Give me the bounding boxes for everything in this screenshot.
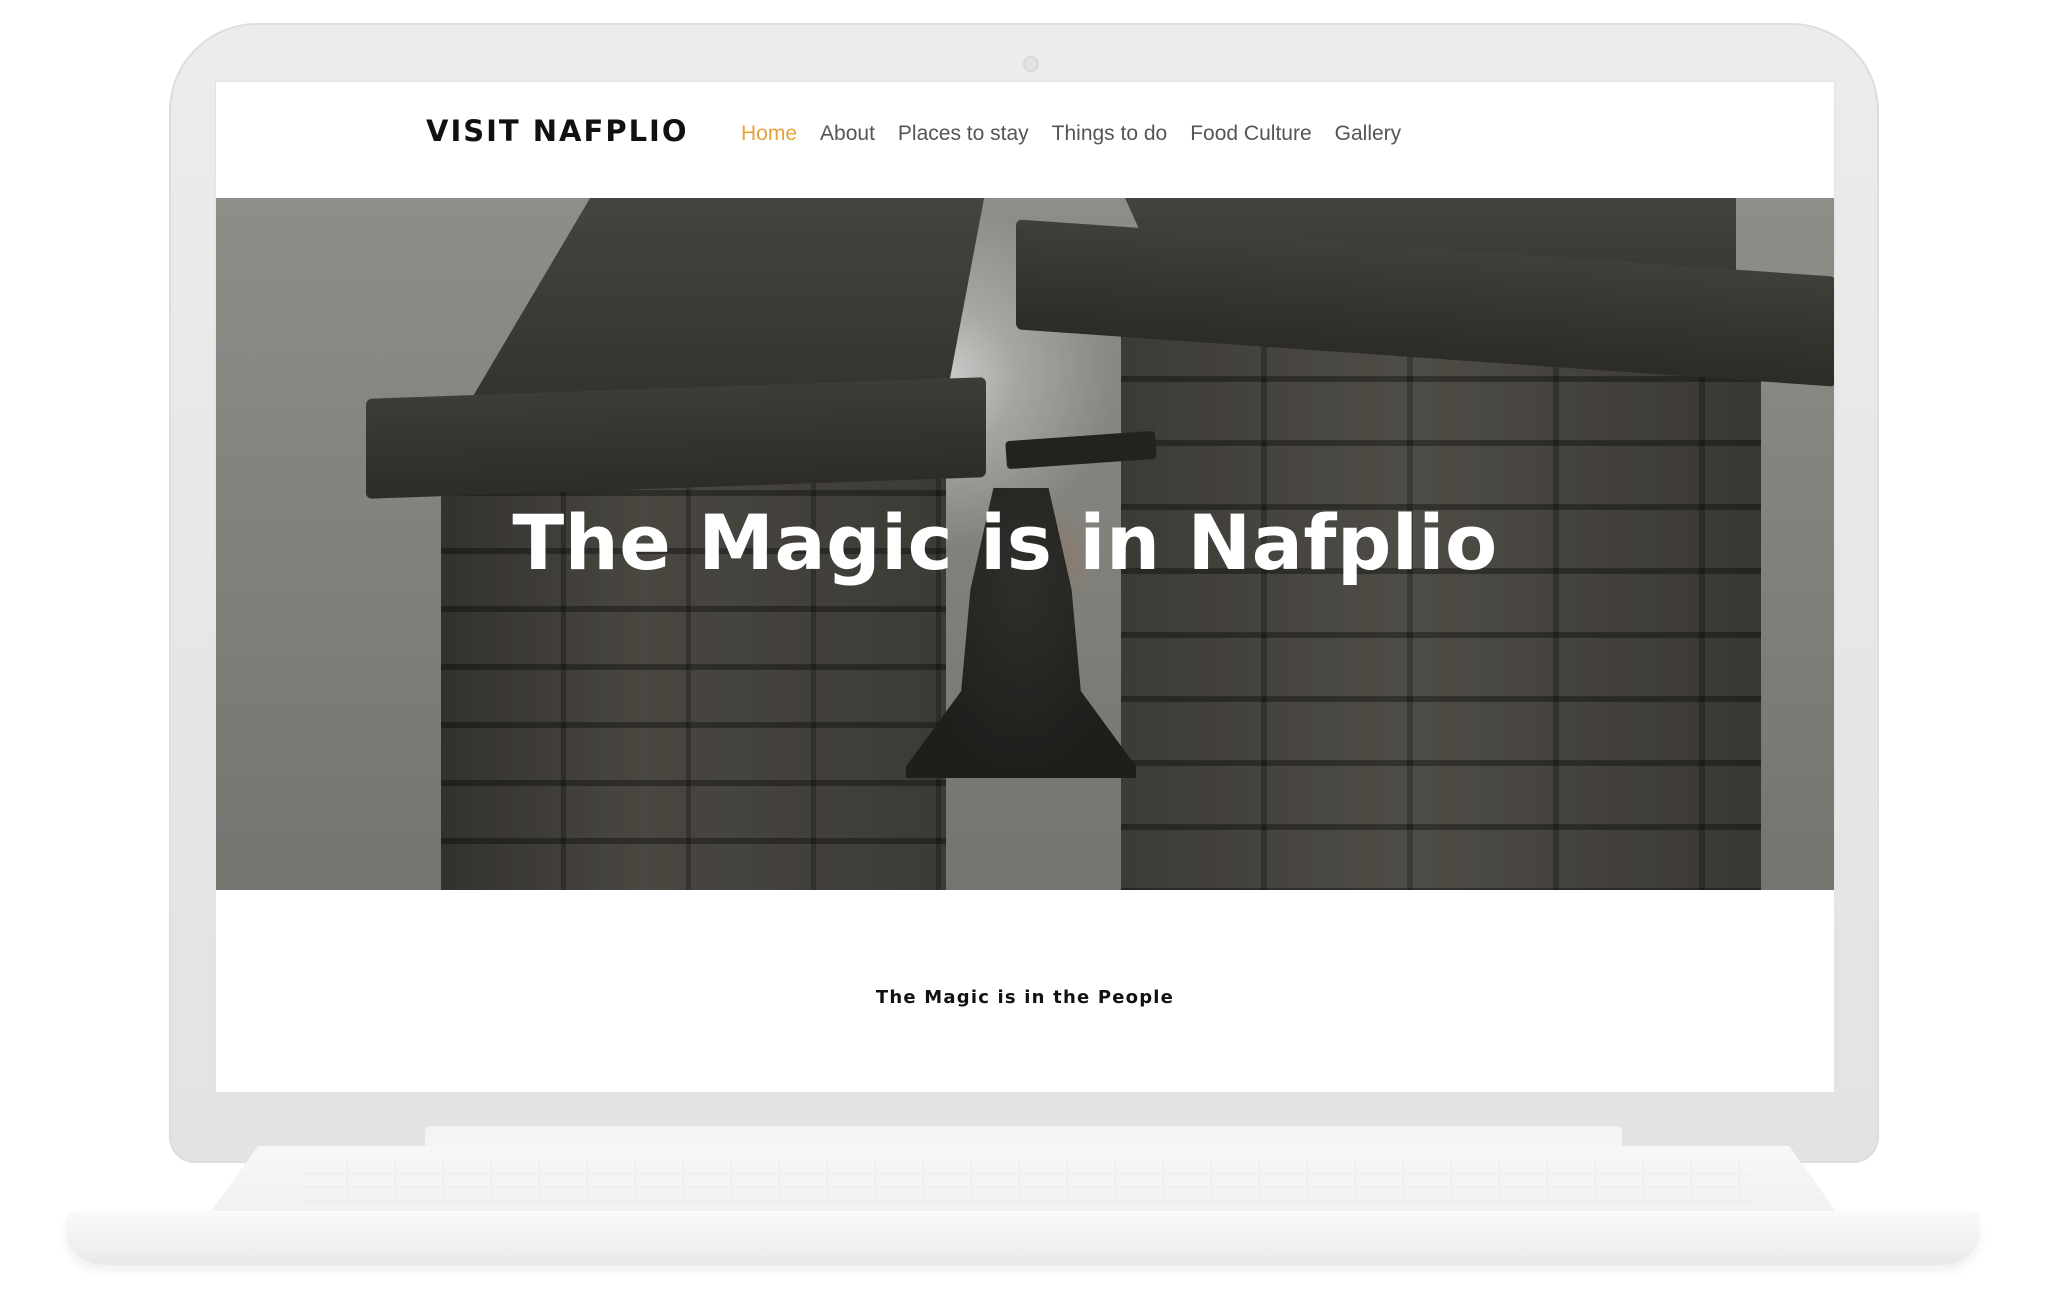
hero-title: The Magic is in Nafplio xyxy=(512,498,1498,587)
keyboard xyxy=(300,1160,1750,1204)
laptop-screen: VISIT NAFPLIO Home About Places to stay … xyxy=(215,81,1835,1093)
section-tagline: The Magic is in the People xyxy=(875,987,1175,1008)
nav-item-about[interactable]: About xyxy=(820,122,875,146)
site-logo[interactable]: VISIT NAFPLIO xyxy=(426,114,689,148)
nav-item-home[interactable]: Home xyxy=(741,122,797,146)
nav-item-things-to-do[interactable]: Things to do xyxy=(1052,122,1168,146)
main-nav: Home About Places to stay Things to do F… xyxy=(741,122,1401,146)
nav-item-food-culture[interactable]: Food Culture xyxy=(1190,122,1311,146)
laptop-front-edge xyxy=(67,1211,1979,1265)
site-header: VISIT NAFPLIO Home About Places to stay … xyxy=(216,82,1834,198)
laptop-mockup: VISIT NAFPLIO Home About Places to stay … xyxy=(0,0,2046,1291)
webcam-icon xyxy=(1023,56,1039,72)
nav-item-gallery[interactable]: Gallery xyxy=(1335,122,1402,146)
nav-item-places-to-stay[interactable]: Places to stay xyxy=(898,122,1029,146)
hero-banner: The Magic is in Nafplio xyxy=(216,198,1834,890)
laptop-hinge xyxy=(425,1126,1622,1146)
